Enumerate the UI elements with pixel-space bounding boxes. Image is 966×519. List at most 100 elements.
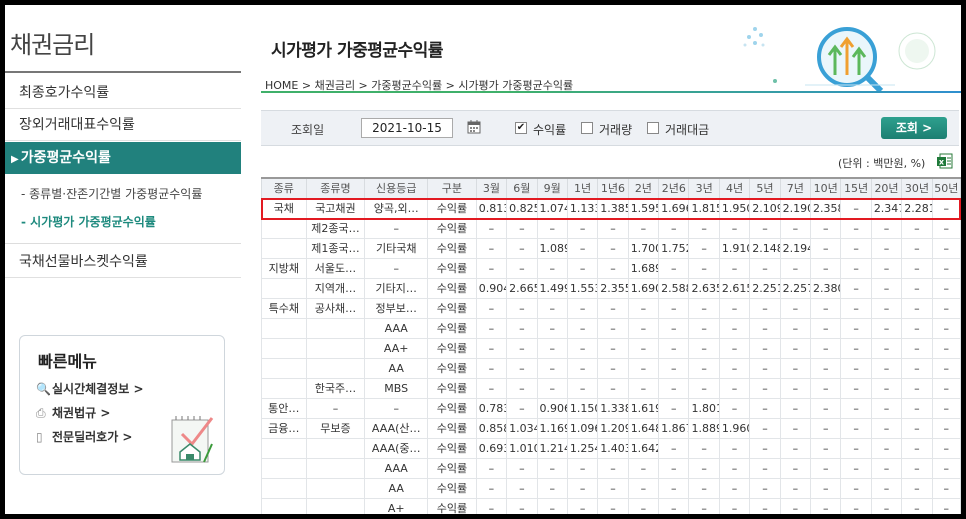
- yield-cell: –: [810, 337, 842, 359]
- table-row: AAA(중…수익률0.6931.0101.2141.2541.4031.642–…: [261, 437, 961, 459]
- table-row: 제2종국… – 수익률 – – – – – – – – – – – – – – – –: [261, 217, 961, 239]
- row-label-cell: –: [305, 397, 366, 419]
- yield-cell: –: [901, 217, 933, 239]
- yield-checkbox[interactable]: ✔: [515, 122, 527, 134]
- yield-cell: 1.960: [718, 417, 751, 439]
- quick-link-realtime-trade[interactable]: 🔍실시간체결정보 >: [36, 380, 144, 397]
- calendar-icon[interactable]: [467, 120, 481, 134]
- sidebar-item-otc-representative-yield[interactable]: 장외거래대표수익률: [5, 109, 241, 141]
- yield-cell: 2.615: [718, 277, 751, 299]
- yield-cell: –: [779, 437, 812, 459]
- yield-cell: –: [688, 457, 720, 479]
- yield-cell: –: [597, 257, 629, 279]
- row-label-cell: 기타지…: [364, 277, 429, 299]
- sidebar-item-weighted-average-yield[interactable]: ▶ 가중평균수익률: [5, 142, 241, 174]
- yield-cell: –: [658, 457, 690, 479]
- yield-cell: 1.133: [566, 197, 599, 219]
- table-row: AAA 수익률 – – – – – – – – – – – – – – – –: [261, 457, 961, 479]
- column-header: 10년: [810, 177, 842, 199]
- row-label-cell: [305, 457, 366, 479]
- table-row: 제1종국…기타국채수익률––1.089––1.7001.752–1.9102.1…: [261, 237, 961, 259]
- yield-cell: –: [870, 437, 903, 459]
- yield-cell: –: [506, 357, 538, 379]
- yield-cell: –: [566, 477, 599, 499]
- yield-cell: –: [627, 377, 660, 399]
- yield-cell: –: [536, 457, 568, 479]
- row-label-cell: 무보증: [305, 417, 366, 439]
- volume-checkbox[interactable]: [581, 122, 593, 134]
- yield-cell: –: [597, 217, 629, 239]
- yield-cell: –: [901, 257, 933, 279]
- yield-cell: –: [536, 337, 568, 359]
- yield-cell: 1.690: [627, 277, 660, 299]
- table-row: A+ 수익률 – – – – – – – – – – – – – – – –: [261, 497, 961, 514]
- yield-cell: –: [810, 417, 842, 439]
- sidebar-item-final-quote-yield[interactable]: 최종호가수익률: [5, 77, 241, 109]
- yield-cell: –: [749, 297, 781, 319]
- table-row: AAA 수익률 – – – – – – – – – – – – – – – –: [261, 317, 961, 339]
- yield-cell: –: [475, 377, 508, 399]
- yield-cell: –: [688, 237, 720, 259]
- yield-cell: 2.148: [749, 237, 781, 259]
- row-label-cell: [261, 337, 307, 359]
- yield-cell: –: [931, 337, 961, 359]
- yield-cell: –: [749, 377, 781, 399]
- yield-cell: –: [718, 297, 751, 319]
- yield-cell: –: [779, 297, 812, 319]
- row-label-cell: 통안…: [261, 397, 307, 419]
- table-row: AA+ 수익률 – – – – – – – – – – – – – – – –: [261, 337, 961, 359]
- column-header: 6월: [506, 177, 538, 199]
- sidebar-sub-market-value-weighted[interactable]: - 시가평가 가중평균수익률: [21, 213, 156, 230]
- yield-cell: –: [566, 497, 599, 514]
- yield-cell: –: [840, 437, 872, 459]
- excel-download-icon[interactable]: x: [937, 153, 953, 169]
- yield-cell: –: [597, 297, 629, 319]
- yield-cell: 2.190: [779, 197, 812, 219]
- yield-cell: 2.665: [506, 277, 538, 299]
- row-label-cell: [305, 477, 366, 499]
- sidebar-item-bond-futures-basket[interactable]: 국채선물바스켓수익률: [5, 246, 241, 278]
- yield-cell: –: [475, 257, 508, 279]
- quick-link-bond-regulations[interactable]: ⎙ 채권법규 >: [36, 404, 110, 421]
- sidebar-sub-by-type-maturity[interactable]: - 종류별·잔존기간별 가중평균수익률: [21, 185, 202, 202]
- row-label-cell: 제1종국…: [305, 237, 366, 259]
- yield-cell: –: [506, 317, 538, 339]
- row-label-cell: 수익률: [427, 257, 477, 279]
- column-header: 종류: [261, 177, 307, 199]
- date-input[interactable]: [361, 118, 453, 138]
- yield-cell: –: [718, 497, 751, 514]
- yield-cell: –: [658, 317, 690, 339]
- row-label-cell: 국고채권: [305, 197, 366, 219]
- yield-cell: –: [688, 257, 720, 279]
- yield-cell: –: [779, 377, 812, 399]
- yield-cell: –: [749, 317, 781, 339]
- yield-cell: –: [931, 417, 961, 439]
- yield-cell: 1.553: [566, 277, 599, 299]
- row-label-cell: 지역개…: [305, 277, 366, 299]
- yield-cell: –: [749, 457, 781, 479]
- yield-cell: –: [506, 497, 538, 514]
- yield-cell: –: [870, 217, 903, 239]
- yield-cell: –: [627, 457, 660, 479]
- yield-cell: –: [597, 457, 629, 479]
- quick-link-dealer-quotes[interactable]: ▯ 전문딜러호가 >: [36, 428, 132, 445]
- yield-cell: 2.194: [779, 237, 812, 259]
- yield-cell: –: [536, 317, 568, 339]
- yield-cell: –: [688, 297, 720, 319]
- yield-cell: 2.251: [749, 277, 781, 299]
- checklist-illustration-icon: [171, 416, 214, 463]
- yield-cell: –: [536, 497, 568, 514]
- row-label-cell: –: [364, 397, 429, 419]
- yield-cell: –: [658, 297, 690, 319]
- yield-cell: –: [566, 377, 599, 399]
- yield-cell: 1.209: [597, 417, 629, 439]
- yield-cell: –: [597, 377, 629, 399]
- search-button[interactable]: 조회 >: [881, 117, 947, 139]
- yield-cell: –: [840, 257, 872, 279]
- table-row: 국채국고채권양곡,외…수익률0.8130.8251.0741.1331.3851…: [261, 197, 961, 219]
- yield-cell: 0.825: [506, 197, 538, 219]
- yield-cell: –: [597, 357, 629, 379]
- yield-cell: –: [475, 297, 508, 319]
- amount-checkbox[interactable]: [647, 122, 659, 134]
- yield-cell: 2.257: [779, 277, 812, 299]
